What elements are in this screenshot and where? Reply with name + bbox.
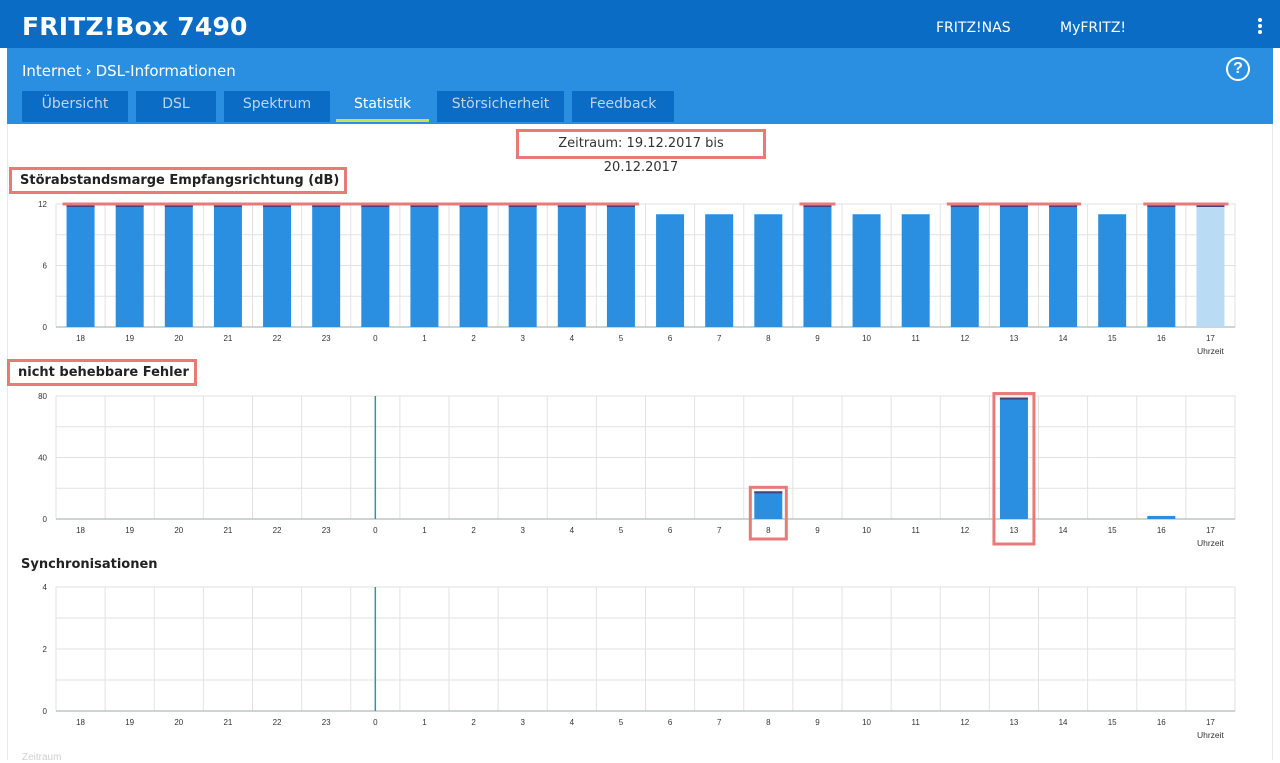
help-icon[interactable]: ? <box>1226 57 1250 81</box>
tab-dsl[interactable]: DSL <box>136 91 216 122</box>
breadcrumb: Internet › DSL-Informationen <box>22 62 236 80</box>
footer-period-label: Zeitraum <box>22 752 62 763</box>
product-title: FRITZ!Box 7490 <box>22 12 248 41</box>
myfritz-link[interactable]: MyFRITZ! <box>1060 20 1126 36</box>
chart-title-snr: Störabstandsmarge Empfangsrichtung (dB) <box>9 167 348 194</box>
breadcrumb-separator-icon: › <box>85 62 92 80</box>
main-content <box>7 124 1273 760</box>
chart-title-errors: nicht behebbare Fehler <box>7 359 197 386</box>
chart-title-sync: Synchronisationen <box>21 557 158 572</box>
fritz-nas-link[interactable]: FRITZ!NAS <box>936 20 1011 36</box>
breadcrumb-internet[interactable]: Internet <box>22 62 82 80</box>
top-header: FRITZ!Box 7490 FRITZ!NAS MyFRITZ! <box>0 0 1280 48</box>
kebab-menu-icon[interactable] <box>1252 18 1268 38</box>
tab-uebersicht[interactable]: Übersicht <box>22 91 128 122</box>
tab-feedback[interactable]: Feedback <box>572 91 674 122</box>
tab-stoersicherheit[interactable]: Störsicherheit <box>437 91 564 122</box>
sub-header: Internet › DSL-Informationen ? Übersicht D… <box>7 48 1273 124</box>
tab-statistik[interactable]: Statistik <box>336 91 429 122</box>
tab-spektrum[interactable]: Spektrum <box>224 91 330 122</box>
period-label: Zeitraum: 19.12.2017 bis 20.12.2017 <box>516 129 766 175</box>
breadcrumb-current: DSL-Informationen <box>95 62 236 80</box>
